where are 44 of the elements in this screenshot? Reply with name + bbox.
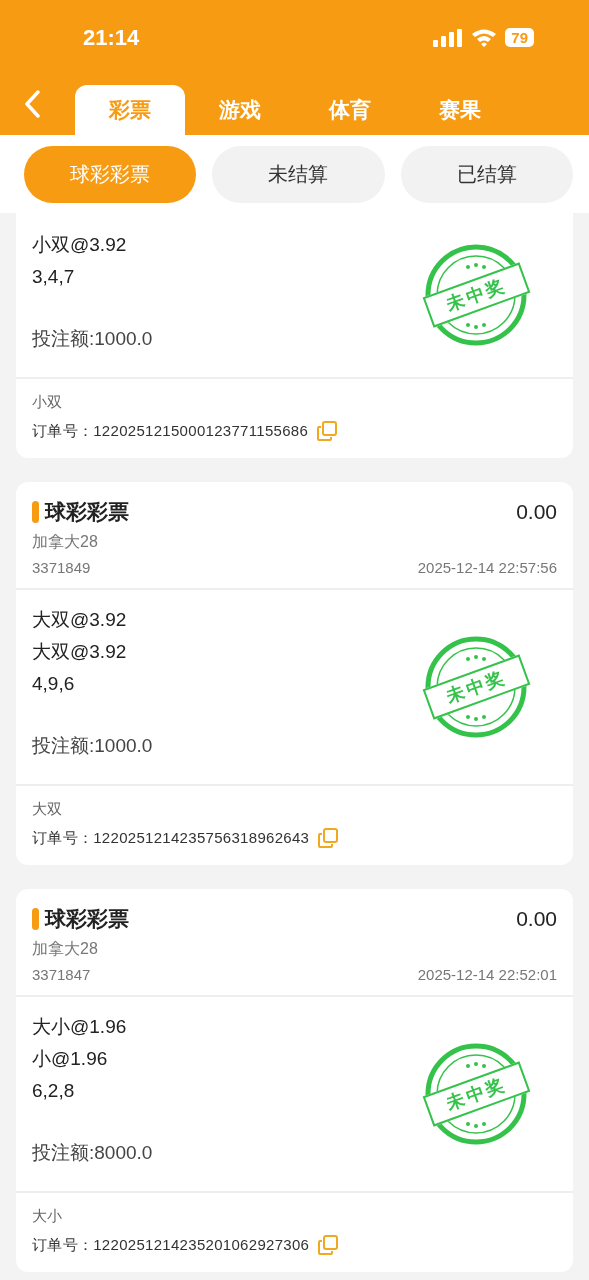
issue-number: 3371849 <box>32 559 91 576</box>
play-type: 大双 <box>32 800 63 819</box>
bet-time: 2025-12-14 22:57:56 <box>417 559 557 576</box>
signal-icon <box>433 28 464 47</box>
stake-amount: 投注额:1000.0 <box>32 327 153 351</box>
bet-selection: 大双@3.92 <box>32 608 127 632</box>
order-number: 订单号：1220251214235201062927306 <box>32 1235 310 1255</box>
wifi-icon <box>471 28 498 47</box>
game-name: 加拿大28 <box>32 532 99 552</box>
lottery-title: 球彩彩票 <box>45 499 129 525</box>
battery-level: 79 <box>505 28 534 47</box>
play-type: 小双 <box>32 393 63 412</box>
copy-icon[interactable] <box>317 827 340 849</box>
status-time: 21:14 <box>83 24 140 51</box>
order-number: 订单号：1220251214235756318962643 <box>32 828 310 848</box>
category-tab[interactable]: 体育 <box>295 85 405 135</box>
draw-numbers: 6,2,8 <box>32 1079 75 1103</box>
play-type: 大小 <box>32 1207 63 1226</box>
order-number: 订单号：1220251215000123771155686 <box>32 421 309 441</box>
category-tab[interactable]: 游戏 <box>185 85 295 135</box>
bet-selection: 小@1.96 <box>32 1047 108 1071</box>
lottery-title: 球彩彩票 <box>45 906 129 932</box>
category-tab[interactable]: 彩票 <box>75 85 185 135</box>
category-tab[interactable]: 赛果 <box>405 85 515 135</box>
bet-selection: 大双@3.92 <box>32 640 127 664</box>
filter-pill[interactable]: 未结算 <box>212 145 385 203</box>
game-name: 加拿大28 <box>32 939 99 959</box>
bet-selection: 大小@1.96 <box>32 1015 127 1039</box>
filter-pill[interactable]: 已结算 <box>400 145 573 203</box>
bet-time: 2025-12-14 22:52:01 <box>417 966 557 983</box>
filter-pill[interactable]: 球彩彩票 <box>24 145 197 203</box>
issue-number: 3371847 <box>32 966 91 983</box>
accent-bar <box>32 908 39 930</box>
stake-amount: 投注额:8000.0 <box>32 1141 153 1165</box>
copy-icon[interactable] <box>316 420 339 442</box>
copy-icon[interactable] <box>317 1234 340 1256</box>
bet-selection: 小双@3.92 <box>32 233 127 257</box>
draw-numbers: 4,9,6 <box>32 672 75 696</box>
payout-amount: 0.00 <box>516 500 557 524</box>
accent-bar <box>32 501 39 523</box>
payout-amount: 0.00 <box>516 907 557 931</box>
back-icon[interactable] <box>24 90 40 118</box>
draw-numbers: 3,4,7 <box>32 265 75 289</box>
stake-amount: 投注额:1000.0 <box>32 734 153 758</box>
